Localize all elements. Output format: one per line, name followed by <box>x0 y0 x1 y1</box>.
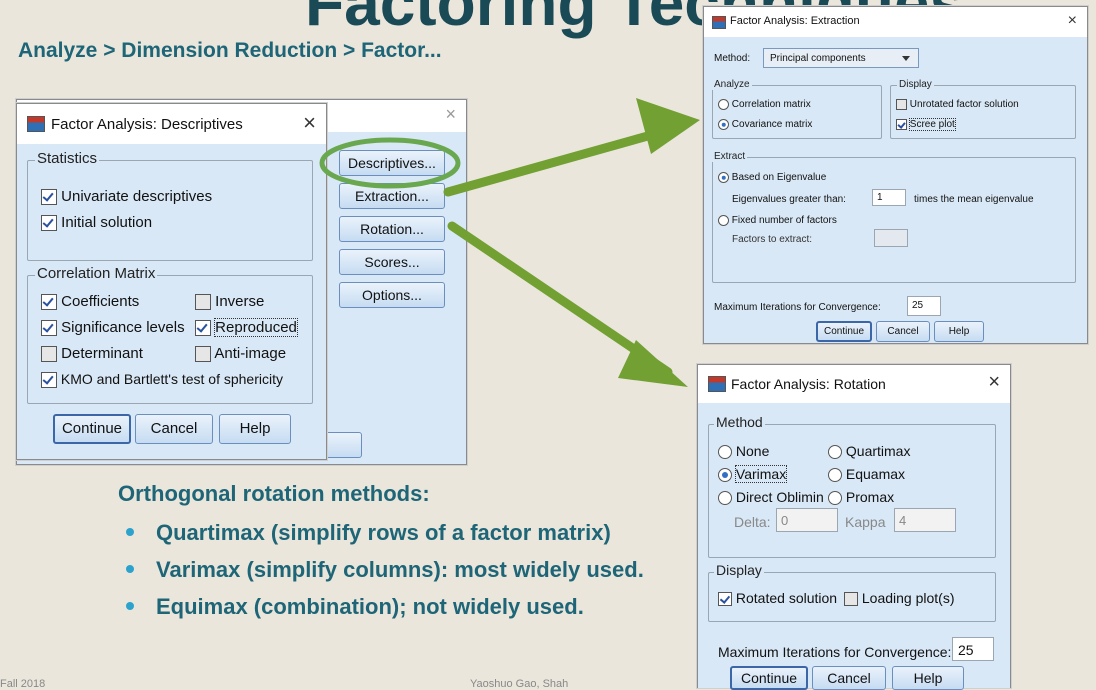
eigenvalues-label: Eigenvalues greater than: <box>732 194 846 205</box>
dialog-title: Factor Analysis: Descriptives <box>51 116 243 133</box>
help-button[interactable]: Help <box>219 414 291 444</box>
extraction-dialog: Factor Analysis: Extraction × Method: Pr… <box>703 6 1088 344</box>
fixed-number-radio[interactable]: Fixed number of factors <box>718 215 837 226</box>
delta-input[interactable]: 0 <box>776 508 838 532</box>
max-iterations-label: Maximum Iterations for Convergence: <box>714 302 881 313</box>
none-radio[interactable]: None <box>718 443 769 460</box>
coefficients-checkbox[interactable]: Coefficients <box>41 293 139 311</box>
varimax-radio[interactable]: Varimax <box>718 465 788 483</box>
arrow-head-rotation <box>618 340 688 387</box>
method-label: Method: <box>714 53 751 64</box>
delta-label: Delta: <box>734 514 771 530</box>
quartimax-radio[interactable]: Quartimax <box>828 443 910 460</box>
significance-checkbox[interactable]: Significance levels <box>41 319 185 337</box>
extraction-button[interactable]: Extraction... <box>339 183 445 209</box>
rotation-button[interactable]: Rotation... <box>339 216 445 242</box>
cancel-button[interactable]: Cancel <box>876 321 930 342</box>
hidden-dialog-button[interactable] <box>322 432 362 458</box>
dialog-title: Factor Analysis: Extraction <box>730 15 860 27</box>
factors-to-extract-input[interactable] <box>874 229 908 247</box>
orthogonal-heading: Orthogonal rotation methods: <box>118 481 430 506</box>
rotation-dialog: Factor Analysis: Rotation × Method None … <box>697 364 1011 690</box>
kappa-input[interactable]: 4 <box>894 508 956 532</box>
max-iterations-input[interactable]: 25 <box>907 296 941 316</box>
app-icon <box>27 116 45 132</box>
correlation-matrix-legend: Correlation Matrix <box>35 265 158 282</box>
method-legend: Method <box>714 414 765 430</box>
max-iterations-label: Maximum Iterations for Convergence: <box>718 644 952 660</box>
analyze-legend: Analyze <box>712 79 752 90</box>
inverse-checkbox[interactable]: Inverse <box>195 293 264 311</box>
app-icon <box>708 376 726 392</box>
factors-to-extract-label: Factors to extract: <box>732 234 813 245</box>
reproduced-checkbox[interactable]: Reproduced <box>195 318 298 337</box>
orthogonal-methods: Orthogonal rotation methods: Quartimax (… <box>118 481 678 628</box>
descriptives-dialog: Factor Analysis: Descriptives × Statisti… <box>16 103 327 460</box>
title-bar: Factor Analysis: Descriptives × <box>17 104 326 144</box>
anti-image-checkbox[interactable]: Anti-image <box>195 345 286 363</box>
app-icon <box>712 16 726 29</box>
arrow-head-extraction <box>636 98 700 154</box>
display-group <box>890 85 1076 139</box>
close-icon[interactable]: × <box>988 371 1000 394</box>
footer-mid: Yaoshuo Gao, Shah <box>470 678 569 690</box>
options-button[interactable]: Options... <box>339 282 445 308</box>
display-legend: Display <box>897 79 934 90</box>
scree-plot-checkbox[interactable]: Scree plot <box>896 118 956 132</box>
determinant-checkbox[interactable]: Determinant <box>41 345 143 363</box>
title-bar: Factor Analysis: Extraction × <box>704 7 1087 37</box>
rotated-solution-checkbox[interactable]: Rotated solution <box>718 590 837 607</box>
arrow-to-rotation <box>447 221 673 377</box>
continue-button[interactable]: Continue <box>53 414 131 444</box>
bullet-item: Varimax (simplify columns): most widely … <box>126 554 678 585</box>
descriptives-button[interactable]: Descriptives... <box>339 150 445 176</box>
help-button[interactable]: Help <box>892 666 964 690</box>
times-mean-label: times the mean eigenvalue <box>914 194 1034 205</box>
close-icon[interactable]: × <box>1068 12 1077 30</box>
unrotated-solution-checkbox[interactable]: Unrotated factor solution <box>896 99 1019 110</box>
analyze-group <box>712 85 882 139</box>
statistics-legend: Statistics <box>35 150 100 167</box>
method-select[interactable]: Principal components <box>763 48 919 68</box>
help-button[interactable]: Help <box>934 321 984 342</box>
kappa-label: Kappa <box>845 514 886 530</box>
kmo-checkbox[interactable]: KMO and Bartlett's test of sphericity <box>41 371 283 389</box>
bullet-item: Equimax (combination); not widely used. <box>126 591 678 622</box>
menu-path: Analyze > Dimension Reduction > Factor..… <box>18 39 442 62</box>
cancel-button[interactable]: Cancel <box>135 414 213 444</box>
extract-legend: Extract <box>712 151 748 162</box>
based-on-eigenvalue-radio[interactable]: Based on Eigenvalue <box>718 172 826 183</box>
loading-plots-checkbox[interactable]: Loading plot(s) <box>844 590 955 607</box>
cancel-button[interactable]: Cancel <box>812 666 886 690</box>
equamax-radio[interactable]: Equamax <box>828 466 905 483</box>
covariance-matrix-radio[interactable]: Covariance matrix <box>718 119 812 130</box>
arrow-to-extraction <box>443 122 685 197</box>
display-legend: Display <box>714 562 764 578</box>
continue-button[interactable]: Continue <box>816 321 872 342</box>
dialog-title: Factor Analysis: Rotation <box>731 376 886 392</box>
bullet-item: Quartimax (simplify rows of a factor mat… <box>126 517 678 548</box>
univariate-checkbox[interactable]: Univariate descriptives <box>41 188 212 206</box>
eigenvalue-input[interactable]: 1 <box>872 189 906 206</box>
close-icon[interactable]: × <box>445 104 456 125</box>
max-iterations-input[interactable]: 25 <box>952 637 994 661</box>
statistics-group <box>27 160 313 261</box>
footer-left: Fall 2018 <box>0 678 46 690</box>
close-icon[interactable]: × <box>303 110 316 136</box>
title-bar: Factor Analysis: Rotation × <box>698 365 1010 403</box>
initial-solution-checkbox[interactable]: Initial solution <box>41 214 152 232</box>
promax-radio[interactable]: Promax <box>828 489 894 506</box>
direct-oblimin-radio[interactable]: Direct Oblimin <box>718 489 824 506</box>
scores-button[interactable]: Scores... <box>339 249 445 275</box>
correlation-matrix-radio[interactable]: Correlation matrix <box>718 99 811 110</box>
chevron-down-icon <box>902 56 910 61</box>
continue-button[interactable]: Continue <box>730 666 808 690</box>
